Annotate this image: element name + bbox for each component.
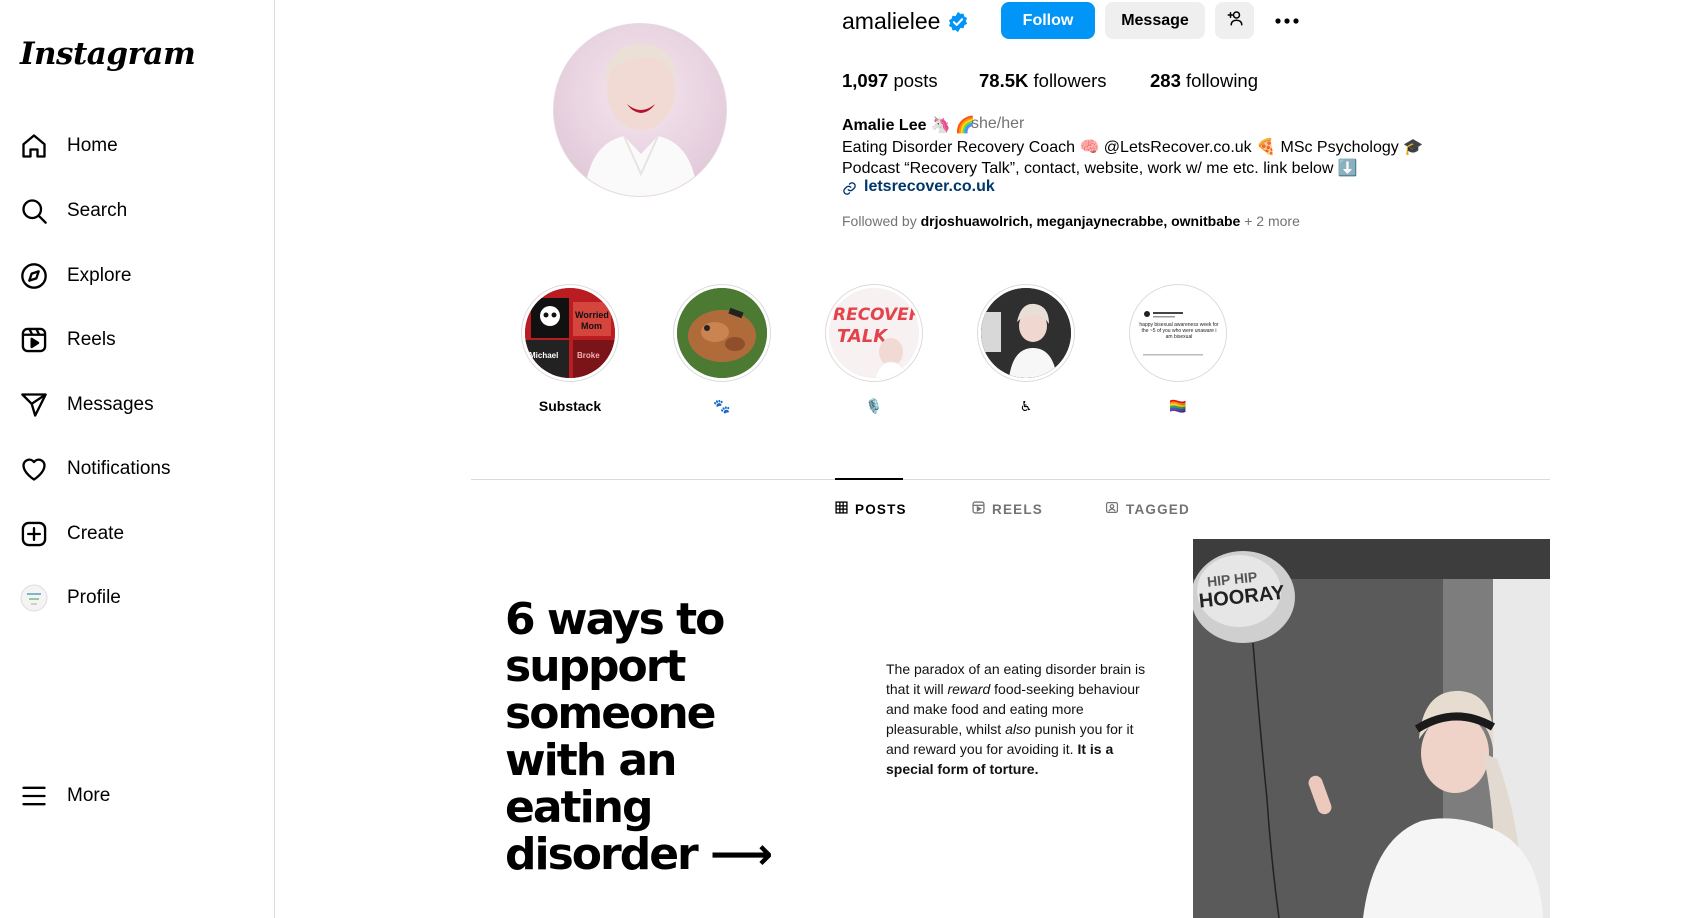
highlight-label: ♿: [1019, 398, 1033, 414]
highlight-thumbnail: [977, 284, 1075, 382]
followed-by[interactable]: Followed by drjoshuawolrich, meganjaynec…: [842, 213, 1300, 229]
instagram-logo[interactable]: Instagram: [20, 36, 196, 72]
tab-tagged[interactable]: TAGGED: [1105, 501, 1190, 517]
sidebar-item-label: Search: [67, 200, 128, 221]
home-icon: [19, 131, 49, 161]
sidebar-item-label: Create: [67, 523, 125, 544]
sidebar-item-label: Messages: [67, 394, 154, 415]
highlight-thumbnail: Worried Mom Michael Broke: [521, 284, 619, 382]
highlight-thumb-text: happy bisexual awareness week for the ~5…: [1139, 322, 1219, 340]
sidebar-item-label: Profile: [67, 587, 121, 608]
plus-square-icon: [19, 519, 49, 549]
sidebar-item-reels[interactable]: Reels: [10, 315, 262, 365]
sidebar-item-label: Explore: [67, 265, 132, 286]
post-text: The paradox of an eating disorder brain …: [886, 661, 1146, 777]
tab-posts[interactable]: POSTS: [835, 501, 907, 517]
suggested-users-button[interactable]: [1215, 2, 1254, 39]
highlight-thumb-text: RECOVERY: [833, 305, 919, 325]
bio-line-2: Podcast “Recovery Talk”, contact, websit…: [842, 160, 1358, 177]
bio-website-link[interactable]: letsrecover.co.uk: [864, 178, 995, 196]
reels-icon: [972, 501, 992, 517]
sidebar-item-label: Reels: [67, 329, 116, 350]
highlight-label: 🏳️‍🌈: [1169, 398, 1187, 414]
highlight-thumbnail: happy bisexual awareness week for the ~5…: [1129, 284, 1227, 382]
post-thumbnail[interactable]: 6 ways to support someone with an eating…: [471, 539, 833, 918]
sidebar: Instagram Home Search Explore Reels Mess…: [0, 0, 275, 918]
options-button[interactable]: [1268, 2, 1306, 39]
sidebar-item-messages[interactable]: Messages: [10, 380, 262, 430]
sidebar-item-home[interactable]: Home: [10, 121, 262, 171]
grid-icon: [835, 501, 855, 517]
highlight-label: Substack: [538, 398, 602, 414]
following-count[interactable]: 283 following: [1150, 70, 1258, 92]
highlight-thumb-text: Michael: [529, 351, 558, 360]
profile-avatar[interactable]: [553, 23, 727, 197]
hamburger-menu-icon: [19, 781, 49, 811]
post-text: 6 ways to support someone with an eating…: [505, 594, 773, 880]
profile-username: amalielee: [842, 8, 941, 34]
more-options-icon: [1274, 12, 1300, 30]
profile-pronouns: she/her: [971, 115, 1025, 132]
sidebar-item-profile[interactable]: Profile: [10, 573, 262, 623]
story-highlight[interactable]: ♿: [976, 284, 1076, 414]
sidebar-item-more[interactable]: More: [10, 771, 262, 821]
tab-label: REELS: [992, 501, 1044, 517]
highlight-thumb-text: Broke: [577, 351, 600, 360]
tab-label: POSTS: [855, 501, 907, 517]
add-user-icon: [1226, 9, 1244, 32]
highlight-thumb-text: Worried: [575, 310, 609, 320]
profile-avatar-icon: [19, 583, 49, 613]
sidebar-item-label: Home: [67, 135, 118, 156]
sidebar-item-notifications[interactable]: Notifications: [10, 444, 262, 494]
search-icon: [19, 196, 49, 226]
bio-line-1: Eating Disorder Recovery Coach 🧠 @LetsRe…: [842, 139, 1424, 156]
sidebar-item-explore[interactable]: Explore: [10, 251, 262, 301]
message-button[interactable]: Message: [1105, 2, 1205, 39]
follow-button[interactable]: Follow: [1001, 2, 1095, 39]
story-highlight[interactable]: RECOVERY TALK 🎙️: [824, 284, 924, 414]
highlight-label: 🐾: [713, 398, 731, 414]
tab-label: TAGGED: [1126, 501, 1190, 517]
profile-full-name: Amalie Lee 🦄 🌈: [842, 117, 976, 134]
reels-icon: [19, 325, 49, 355]
highlight-thumbnail: [673, 284, 771, 382]
sidebar-item-label: More: [67, 785, 111, 806]
tabs-divider: [471, 479, 1550, 480]
story-highlight[interactable]: happy bisexual awareness week for the ~5…: [1128, 284, 1228, 414]
sidebar-item-search[interactable]: Search: [10, 186, 262, 236]
story-highlight[interactable]: 🐾: [672, 284, 772, 414]
compass-icon: [19, 261, 49, 291]
highlight-thumbnail: RECOVERY TALK: [825, 284, 923, 382]
followers-count[interactable]: 78.5K followers: [979, 70, 1107, 92]
post-thumbnail[interactable]: The paradox of an eating disorder brain …: [836, 539, 1190, 918]
story-highlight[interactable]: Worried Mom Michael Broke Substack: [520, 284, 620, 414]
tab-reels[interactable]: REELS: [972, 501, 1043, 517]
heart-icon: [19, 454, 49, 484]
posts-count: 1,097 posts: [842, 70, 938, 91]
verified-badge-icon: [947, 11, 969, 38]
tagged-user-icon: [1105, 501, 1126, 517]
highlight-thumb-text: Mom: [581, 321, 602, 331]
sidebar-item-label: Notifications: [67, 458, 171, 479]
post-thumbnail[interactable]: HIP HIP HOORAY: [1193, 539, 1550, 918]
active-tab-indicator: [835, 478, 903, 480]
send-icon: [19, 390, 49, 420]
link-icon: [842, 181, 857, 201]
highlight-label: 🎙️: [865, 398, 883, 414]
sidebar-item-create[interactable]: Create: [10, 509, 262, 559]
